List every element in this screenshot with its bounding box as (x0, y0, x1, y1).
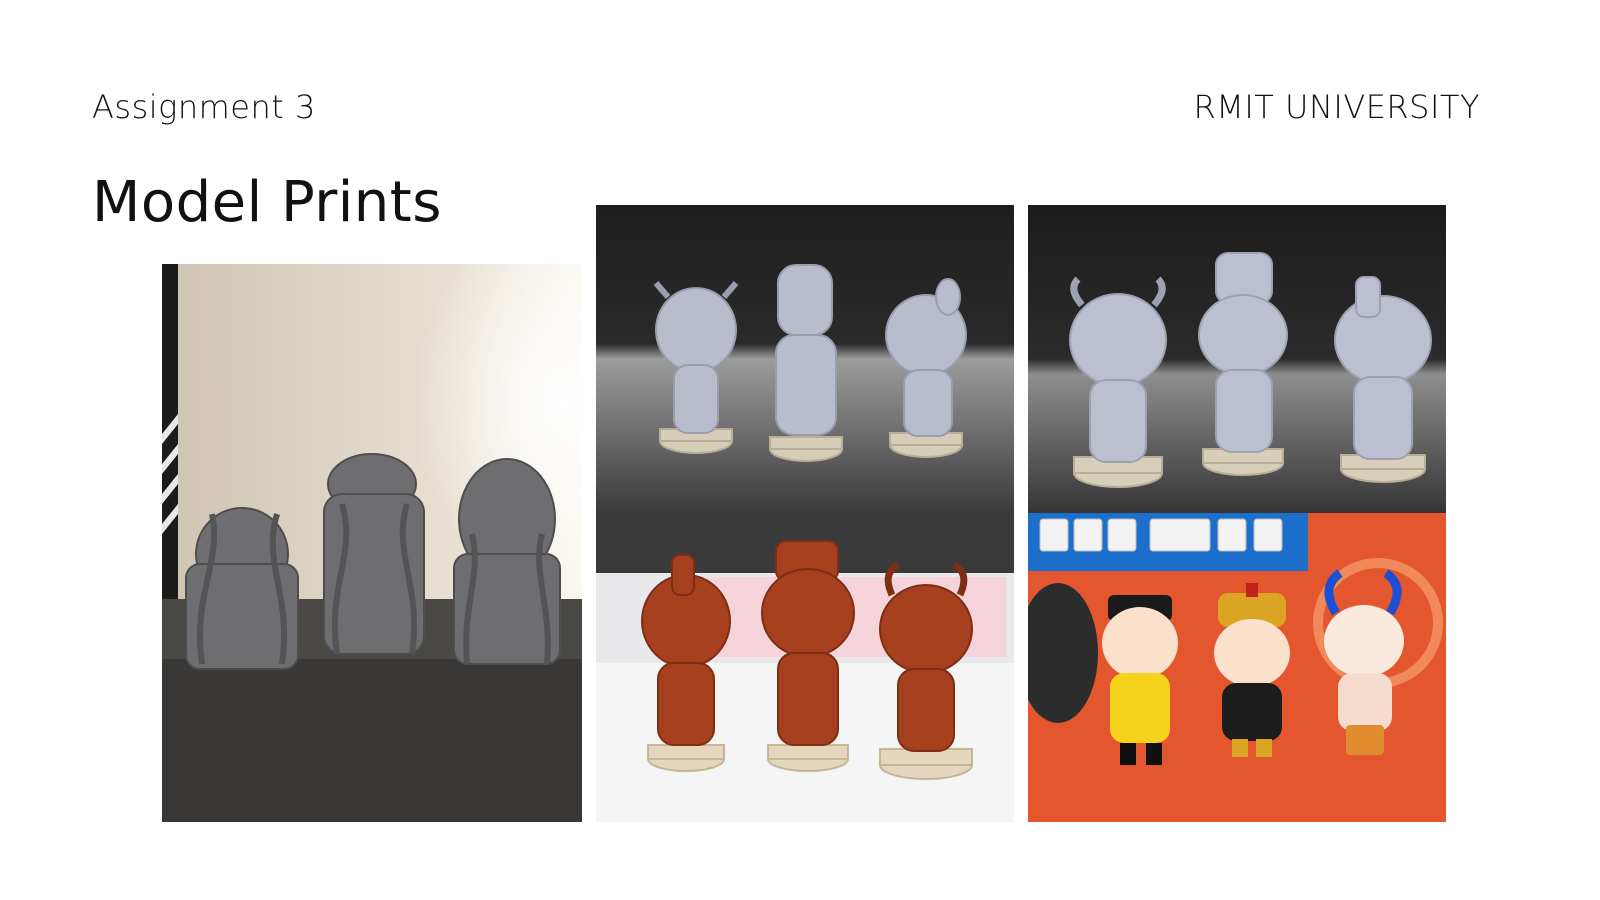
page-title: Model Prints (92, 170, 442, 235)
photo-red-figurines (596, 513, 1014, 822)
photo-resin-figurines-front (1028, 205, 1446, 513)
photo-raw-prints-with-supports (162, 264, 582, 822)
university-label: RMIT UNIVERSITY (1193, 88, 1480, 126)
photo-painted-figurines (1028, 513, 1446, 822)
photo-resin-figurines-back (596, 205, 1014, 513)
assignment-label: Assignment 3 (92, 88, 316, 126)
